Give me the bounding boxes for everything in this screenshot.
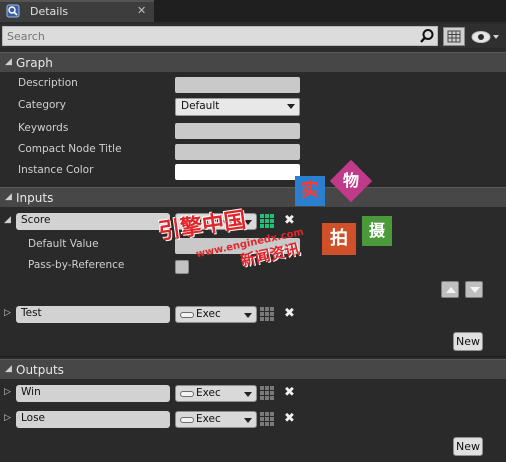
arrow-up-icon xyxy=(446,287,456,293)
inputs-section-header[interactable]: ◢ Inputs xyxy=(0,187,506,207)
container-type-icon[interactable] xyxy=(260,214,274,228)
new-output-button[interactable]: New xyxy=(453,437,483,456)
pass-by-reference-label: Pass-by-Reference xyxy=(28,259,125,271)
move-down-button[interactable] xyxy=(465,281,483,298)
view-options-button[interactable] xyxy=(443,27,465,46)
container-type-icon[interactable] xyxy=(260,307,274,321)
lose-name-field[interactable]: Lose xyxy=(16,411,170,428)
instance-color-row: Instance Color xyxy=(0,161,506,182)
remove-icon[interactable]: ✖ xyxy=(284,306,295,321)
description-label: Description xyxy=(18,77,78,89)
compact-node-title-row: Compact Node Title xyxy=(0,140,506,161)
graph-title: Graph xyxy=(16,56,53,70)
category-dropdown[interactable]: Default xyxy=(175,98,300,116)
exec-pin-icon xyxy=(180,312,194,318)
tab-bar: Details ✕ xyxy=(0,0,506,22)
details-icon xyxy=(6,4,20,18)
container-type-icon[interactable] xyxy=(260,386,274,400)
win-name: Win xyxy=(21,386,41,398)
description-row: Description xyxy=(0,74,506,95)
search-row xyxy=(0,24,506,48)
remove-icon[interactable]: ✖ xyxy=(284,411,295,426)
lose-name: Lose xyxy=(21,412,46,424)
search-input[interactable] xyxy=(2,26,438,46)
watermark-badge: 拍 xyxy=(322,223,356,255)
eye-icon[interactable] xyxy=(470,28,502,46)
compact-node-title-field[interactable] xyxy=(175,144,300,160)
tab-label: Details xyxy=(30,5,69,18)
instance-color-swatch[interactable] xyxy=(175,164,300,180)
outputs-title: Outputs xyxy=(16,363,64,377)
search-icon[interactable] xyxy=(419,28,435,44)
win-type: Exec xyxy=(196,387,221,399)
test-name-field[interactable]: Test xyxy=(16,306,170,323)
outputs-section-header[interactable]: ◢ Outputs xyxy=(0,359,506,379)
chevron-down-icon xyxy=(244,418,252,423)
pass-by-reference-checkbox[interactable] xyxy=(175,260,189,274)
tab-details[interactable]: Details ✕ xyxy=(0,0,154,22)
description-field[interactable] xyxy=(175,77,300,93)
expand-arrow-icon[interactable]: ▷ xyxy=(4,308,11,318)
remove-icon[interactable]: ✖ xyxy=(284,385,295,400)
keywords-row: Keywords xyxy=(0,119,506,140)
default-value-label: Default Value xyxy=(28,238,99,250)
instance-color-label: Instance Color xyxy=(18,164,94,176)
container-type-icon[interactable] xyxy=(260,412,274,426)
remove-icon[interactable]: ✖ xyxy=(284,213,295,228)
keywords-field[interactable] xyxy=(175,123,300,139)
test-name: Test xyxy=(21,307,42,319)
expand-arrow-icon[interactable]: ▷ xyxy=(4,387,11,397)
collapse-arrow-icon[interactable]: ◢ xyxy=(5,364,12,374)
score-name: Score xyxy=(21,214,51,226)
keywords-label: Keywords xyxy=(18,122,69,134)
graph-section-header[interactable]: ◢ Graph xyxy=(0,52,506,72)
win-name-field[interactable]: Win xyxy=(16,385,170,402)
inputs-title: Inputs xyxy=(16,191,54,205)
chevron-down-icon xyxy=(244,313,252,318)
watermark-badge: 摄 xyxy=(362,216,392,246)
win-row: ▷ Win Exec ✖ xyxy=(0,384,506,405)
test-type: Exec xyxy=(196,308,221,320)
score-row: ◢ Score Integer ✖ xyxy=(0,212,506,233)
watermark-badge: 实 xyxy=(295,176,325,206)
close-icon[interactable]: ✕ xyxy=(137,4,146,17)
collapse-arrow-icon[interactable]: ◢ xyxy=(5,192,12,202)
lose-type: Exec xyxy=(196,413,221,425)
expand-arrow-icon[interactable]: ▷ xyxy=(4,413,11,423)
category-value: Default xyxy=(181,100,220,112)
collapse-arrow-icon[interactable]: ◢ xyxy=(5,57,12,67)
lose-type-dropdown[interactable]: Exec xyxy=(175,411,257,428)
category-label: Category xyxy=(18,99,66,111)
divider xyxy=(0,356,506,357)
expand-arrow-icon[interactable]: ◢ xyxy=(4,215,11,225)
watermark-badge-text: 物 xyxy=(342,170,360,190)
category-row: Category Default xyxy=(0,96,506,117)
lose-row: ▷ Lose Exec ✖ xyxy=(0,410,506,431)
exec-pin-icon xyxy=(180,391,194,397)
chevron-down-icon xyxy=(287,104,295,109)
test-row: ▷ Test Exec ✖ xyxy=(0,305,506,326)
exec-pin-icon xyxy=(180,417,194,423)
move-up-button[interactable] xyxy=(441,281,459,298)
win-type-dropdown[interactable]: Exec xyxy=(175,385,257,402)
arrow-down-icon xyxy=(470,287,480,293)
compact-node-title-label: Compact Node Title xyxy=(18,143,122,155)
grid-view-icon xyxy=(447,30,461,43)
test-type-dropdown[interactable]: Exec xyxy=(175,306,257,323)
new-input-button[interactable]: New xyxy=(453,332,483,351)
score-name-field[interactable]: Score xyxy=(16,213,170,230)
chevron-down-icon xyxy=(244,392,252,397)
